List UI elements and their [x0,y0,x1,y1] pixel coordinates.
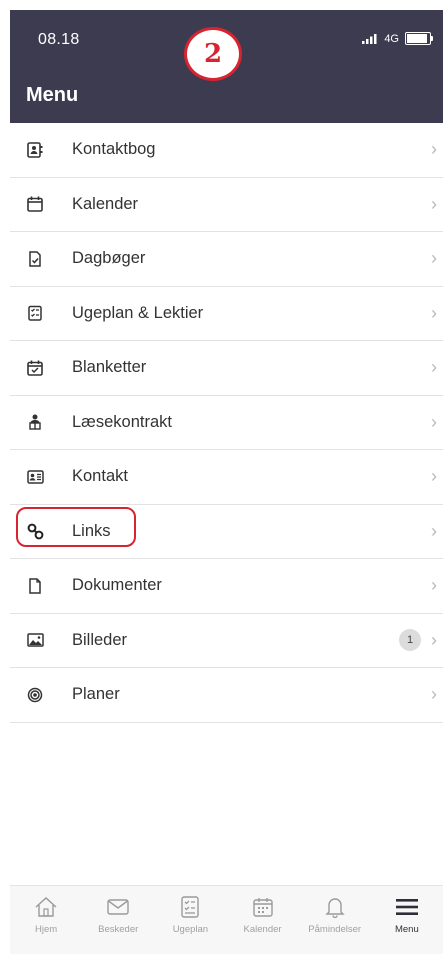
menu-item-dagboger[interactable]: Dagbøger › [10,232,443,287]
menu-item-label: Planer [72,685,120,704]
tab-label: Ugeplan [172,924,209,935]
tab-label: Hjem [34,924,58,935]
chevron-right-icon: › [431,629,437,650]
menu-item-label: Blanketter [72,358,147,377]
calendar-icon [250,894,276,920]
chevron-right-icon: › [431,684,437,705]
diary-icon [26,250,44,268]
chevron-right-icon: › [431,193,437,214]
menu-item-label: Dokumenter [72,576,162,595]
document-icon [26,577,44,595]
menu-item-kalender[interactable]: Kalender › [10,178,443,232]
home-icon [33,894,59,920]
chevron-right-icon: › [431,302,437,323]
bell-icon [322,894,348,920]
target-icon [26,686,44,704]
tab-menu[interactable]: Menu [371,886,443,954]
tab-label: Menu [394,924,419,935]
menu-item-ugeplan-lektier[interactable]: Ugeplan & Lektier › [10,287,443,341]
menu-item-label: Kontakt [72,467,128,486]
chevron-right-icon: › [431,357,437,378]
menu-item-billeder[interactable]: Billeder 1 › [10,614,443,668]
count-badge: 1 [399,629,421,652]
menu-item-laesekontrakt[interactable]: Læsekontrakt › [10,396,443,450]
menu-item-kontakt[interactable]: Kontakt › [10,450,443,505]
tab-label: Påmindelser [308,924,362,935]
menu-item-label: Læsekontrakt [72,412,172,431]
page-title: Menu [26,84,79,106]
chevron-right-icon: › [431,411,437,432]
menu-item-dokumenter[interactable]: Dokumenter › [10,559,443,614]
chevron-right-icon: › [431,575,437,596]
signal-icon [362,33,377,44]
step-annotation-badge: 2 [184,27,242,81]
chevron-right-icon: › [431,520,437,541]
calendar-icon [26,195,44,213]
chevron-right-icon: › [431,466,437,487]
menu-list: Kontaktbog › Kalender › Dagbøger › Ugepl… [10,123,443,723]
network-type: 4G [384,32,399,45]
tab-hjem[interactable]: Hjem [10,886,82,954]
menu-item-label: Billeder [72,630,128,649]
bottom-tab-bar: Hjem Beskeder Ugeplan Kalender Påmindels… [10,885,443,954]
status-indicators: 4G [362,32,433,45]
mail-icon [105,894,131,920]
weekplan-icon [26,304,44,322]
tab-label: Kalender [243,924,282,935]
phone-screen: 08.18 4G 2 Menu Kontaktbog › Kalender › [10,10,443,954]
menu-item-label: Kalender [72,194,139,213]
header-bar: 08.18 4G 2 Menu [10,10,443,123]
contact-card-icon [26,468,44,486]
tab-label: Beskeder [98,924,139,935]
link-icon [26,522,44,540]
menu-item-kontaktbog[interactable]: Kontaktbog › [10,123,443,178]
tab-kalender[interactable]: Kalender [227,886,299,954]
menu-item-label: Ugeplan & Lektier [72,303,204,322]
status-time: 08.18 [38,31,80,48]
menu-icon [394,894,420,920]
menu-item-label: Dagbøger [72,249,146,268]
image-icon [26,631,44,649]
battery-icon [405,32,433,45]
tab-beskeder[interactable]: Beskeder [82,886,154,954]
reading-contract-icon [26,413,44,431]
chevron-right-icon: › [431,139,437,160]
menu-item-label: Links [72,521,111,540]
menu-item-planer[interactable]: Planer › [10,668,443,723]
contact-book-icon [26,141,44,159]
menu-item-label: Kontaktbog [72,140,156,159]
weekplan-icon [177,894,203,920]
tab-ugeplan[interactable]: Ugeplan [154,886,226,954]
forms-icon [26,359,44,377]
menu-item-links[interactable]: Links › [10,505,443,559]
chevron-right-icon: › [431,248,437,269]
menu-item-blanketter[interactable]: Blanketter › [10,341,443,396]
tab-pamindelser[interactable]: Påmindelser [299,886,371,954]
